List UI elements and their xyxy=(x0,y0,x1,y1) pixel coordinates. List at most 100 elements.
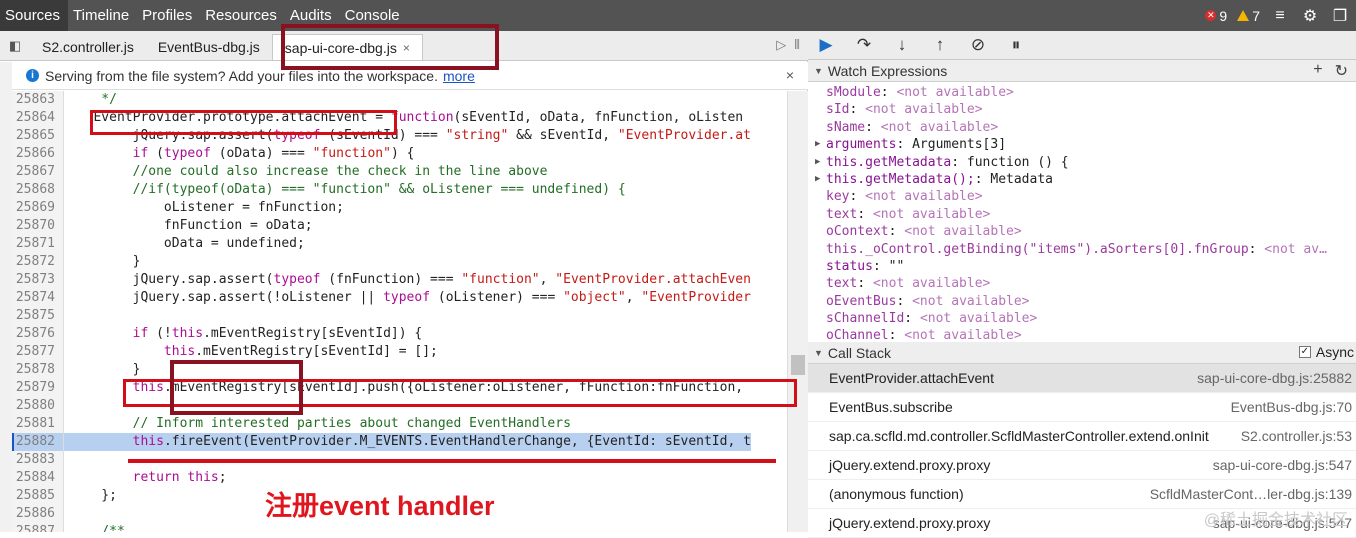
expand-arrow-icon[interactable]: ▶ xyxy=(815,171,820,188)
code-line[interactable]: 25872 } xyxy=(12,253,786,271)
editor-scroll-thumb[interactable] xyxy=(791,355,805,375)
line-number[interactable]: 25873 xyxy=(12,271,64,289)
line-number[interactable]: 25877 xyxy=(12,343,64,361)
expand-arrow-icon[interactable]: ▶ xyxy=(815,154,820,171)
watch-row[interactable]: ▶this.getMetadata: function () { xyxy=(808,154,1356,171)
watch-row[interactable]: text: <not available> xyxy=(808,275,1356,292)
line-number[interactable]: 25880 xyxy=(12,397,64,415)
line-number[interactable]: 25871 xyxy=(12,235,64,253)
show-drawer-icon[interactable]: ≡ xyxy=(1270,7,1290,25)
code-line[interactable]: 25868 //if(typeof(oData) === "function" … xyxy=(12,181,786,199)
step-out-icon[interactable]: ↑ xyxy=(930,35,950,55)
panel-tab-sources[interactable]: Sources xyxy=(0,0,68,31)
line-number[interactable]: 25866 xyxy=(12,145,64,163)
line-number[interactable]: 25863 xyxy=(12,91,64,109)
editor-scrollbar[interactable] xyxy=(787,91,808,532)
watch-row[interactable]: oEventBus: <not available> xyxy=(808,293,1356,310)
resume-icon[interactable]: ▶ xyxy=(816,35,836,55)
call-frame-location[interactable]: EventBus-dbg.js:70 xyxy=(1231,393,1352,421)
navigator-toggle-icon[interactable]: ◧ xyxy=(0,31,30,60)
watch-row[interactable]: ▶arguments: Arguments[3] xyxy=(808,136,1356,153)
call-frame-location[interactable]: S2.controller.js:53 xyxy=(1241,422,1352,450)
code-line[interactable]: 25873 jQuery.sap.assert(typeof (fnFuncti… xyxy=(12,271,786,289)
line-number[interactable]: 25878 xyxy=(12,361,64,379)
line-number[interactable]: 25876 xyxy=(12,325,64,343)
code-line[interactable]: 25887 /** xyxy=(12,523,786,532)
call-frame[interactable]: EventBus.subscribeEventBus-dbg.js:70 xyxy=(808,393,1356,422)
debugger-toggle-icon[interactable]: ▷ xyxy=(776,37,786,53)
watch-row[interactable]: text: <not available> xyxy=(808,206,1356,223)
line-number[interactable]: 25868 xyxy=(12,181,64,199)
watch-row[interactable]: sName: <not available> xyxy=(808,119,1356,136)
deactivate-breakpoints-icon[interactable]: ⊘ xyxy=(968,35,988,55)
more-tabs-icon[interactable]: ⦀ xyxy=(794,37,800,53)
line-number[interactable]: 25872 xyxy=(12,253,64,271)
step-over-icon[interactable]: ↷ xyxy=(854,35,874,55)
watch-row[interactable]: sId: <not available> xyxy=(808,101,1356,118)
line-number[interactable]: 25887 xyxy=(12,523,64,532)
line-number[interactable]: 25879 xyxy=(12,379,64,397)
code-line[interactable]: 25875 xyxy=(12,307,786,325)
line-number[interactable]: 25864 xyxy=(12,109,64,127)
async-toggle[interactable]: ✓ Async xyxy=(1299,344,1354,360)
code-line[interactable]: 25870 fnFunction = oData; xyxy=(12,217,786,235)
line-number[interactable]: 25865 xyxy=(12,127,64,145)
code-editor[interactable]: 25863 */25864 EventProvider.prototype.at… xyxy=(12,91,786,532)
code-line[interactable]: 25878 } xyxy=(12,361,786,379)
line-number[interactable]: 25882 xyxy=(12,433,64,451)
watch-row[interactable]: sModule: <not available> xyxy=(808,84,1356,101)
call-frame[interactable]: jQuery.extend.proxy.proxysap-ui-core-dbg… xyxy=(808,451,1356,480)
undock-icon[interactable]: ❐ xyxy=(1330,6,1350,26)
panel-tab-timeline[interactable]: Timeline xyxy=(68,0,137,31)
watch-row[interactable]: ▶this.getMetadata();: Metadata xyxy=(808,171,1356,188)
panel-tab-profiles[interactable]: Profiles xyxy=(137,0,200,31)
call-frame-location[interactable]: ScfldMasterCont…ler-dbg.js:139 xyxy=(1150,480,1352,508)
line-number[interactable]: 25867 xyxy=(12,163,64,181)
file-tab-eventbus[interactable]: EventBus-dbg.js xyxy=(146,34,272,60)
code-line[interactable]: 25867 //one could also increase the chec… xyxy=(12,163,786,181)
file-tab-s2-controller[interactable]: S2.controller.js xyxy=(30,34,146,60)
code-line[interactable]: 25877 this.mEventRegistry[sEventId] = []… xyxy=(12,343,786,361)
call-frame[interactable]: (anonymous function)ScfldMasterCont…ler-… xyxy=(808,480,1356,509)
warning-counter[interactable]: 7 xyxy=(1237,8,1260,24)
line-number[interactable]: 25886 xyxy=(12,505,64,523)
pause-on-exceptions-icon[interactable]: ⏸ xyxy=(1006,35,1026,55)
watch-row[interactable]: oContext: <not available> xyxy=(808,223,1356,240)
line-number[interactable]: 25870 xyxy=(12,217,64,235)
line-number[interactable]: 25883 xyxy=(12,451,64,469)
line-number[interactable]: 25881 xyxy=(12,415,64,433)
refresh-watch-icon[interactable]: ↻ xyxy=(1335,61,1348,81)
watch-row[interactable]: sChannelId: <not available> xyxy=(808,310,1356,327)
expand-arrow-icon[interactable]: ▶ xyxy=(815,136,820,153)
code-line[interactable]: 25881 // Inform interested parties about… xyxy=(12,415,786,433)
line-number[interactable]: 25884 xyxy=(12,469,64,487)
code-line[interactable]: 25876 if (!this.mEventRegistry[sEventId]… xyxy=(12,325,786,343)
code-line[interactable]: 25863 */ xyxy=(12,91,786,109)
call-frame[interactable]: sap.ca.scfld.md.controller.ScfldMasterCo… xyxy=(808,422,1356,451)
infobar-close-icon[interactable]: × xyxy=(786,67,794,83)
watch-expressions-header[interactable]: ▼ Watch Expressions + ↻ xyxy=(808,60,1356,82)
error-counter[interactable]: ✕ 9 xyxy=(1205,8,1227,24)
step-into-icon[interactable]: ↓ xyxy=(892,35,912,55)
code-line[interactable]: 25871 oData = undefined; xyxy=(12,235,786,253)
call-stack-header[interactable]: ▼ Call Stack ✓ Async xyxy=(808,342,1356,364)
line-number[interactable]: 25869 xyxy=(12,199,64,217)
async-checkbox[interactable]: ✓ xyxy=(1299,346,1311,358)
code-line[interactable]: 25874 jQuery.sap.assert(!oListener || ty… xyxy=(12,289,786,307)
code-line[interactable]: 25869 oListener = fnFunction; xyxy=(12,199,786,217)
call-frame-location[interactable]: sap-ui-core-dbg.js:547 xyxy=(1213,451,1352,479)
add-watch-icon[interactable]: + xyxy=(1313,61,1322,81)
code-line-current[interactable]: 25882 this.fireEvent(EventProvider.M_EVE… xyxy=(12,433,786,451)
panel-tab-resources[interactable]: Resources xyxy=(200,0,285,31)
call-frame[interactable]: EventProvider.attachEventsap-ui-core-dbg… xyxy=(808,364,1356,393)
line-number[interactable]: 25875 xyxy=(12,307,64,325)
call-frame-location[interactable]: sap-ui-core-dbg.js:25882 xyxy=(1197,364,1352,392)
settings-gear-icon[interactable]: ⚙ xyxy=(1300,6,1320,26)
line-number[interactable]: 25874 xyxy=(12,289,64,307)
watch-row[interactable]: status: "" xyxy=(808,258,1356,275)
watch-row[interactable]: this._oControl.getBinding("items").aSort… xyxy=(808,241,1356,258)
code-line[interactable]: 25866 if (typeof (oData) === "function")… xyxy=(12,145,786,163)
watch-row[interactable]: oChannel: <not available> xyxy=(808,327,1356,342)
watch-row[interactable]: key: <not available> xyxy=(808,188,1356,205)
line-number[interactable]: 25885 xyxy=(12,487,64,505)
